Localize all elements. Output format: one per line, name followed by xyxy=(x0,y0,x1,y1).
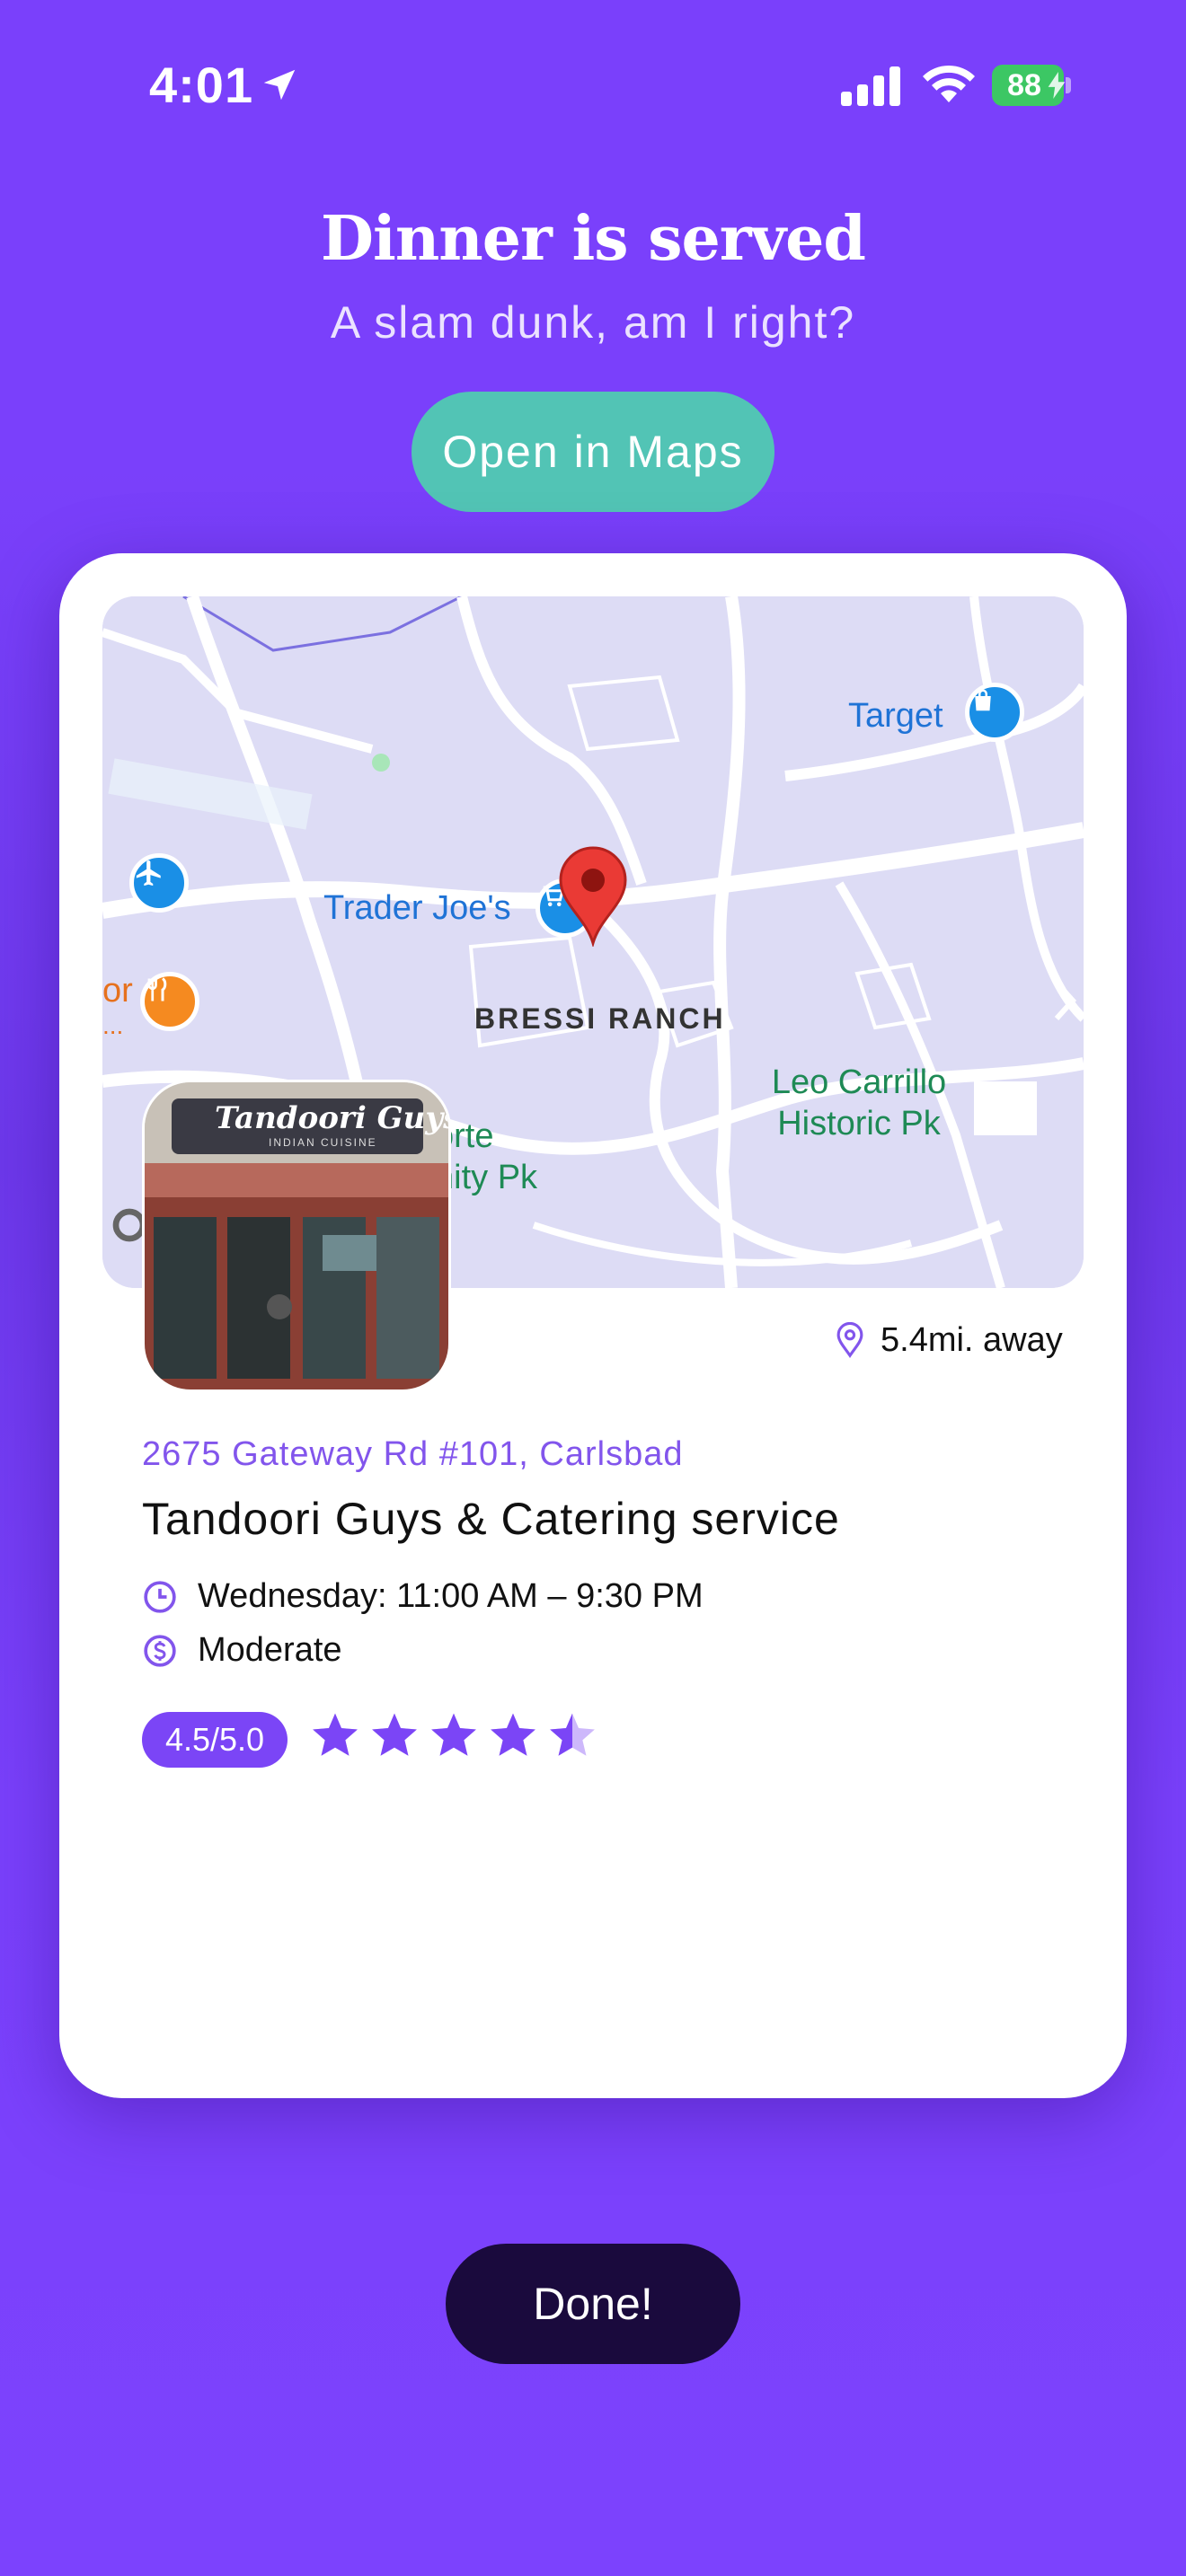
map-label-trader-joes: Trader Joe's xyxy=(323,889,511,927)
wifi-icon xyxy=(923,65,975,102)
airport-icon[interactable] xyxy=(129,853,189,913)
star-rating xyxy=(309,1710,598,1762)
status-time: 4:01 xyxy=(149,57,254,113)
photo-sign-text: Tandoori Guys xyxy=(215,1100,451,1136)
star-icon xyxy=(491,1713,535,1756)
distance-text: 5.4mi. away xyxy=(881,1320,1063,1359)
hours-text: Wednesday: 11:00 AM – 9:30 PM xyxy=(198,1577,704,1615)
distance-info: 5.4mi. away xyxy=(834,1319,1063,1362)
restaurant-photo: Tandoori Guys INDIAN CUISINE xyxy=(142,1080,451,1392)
dollar-icon xyxy=(144,1634,176,1667)
map-label-leo-carrillo: Leo Carrillo Historic Pk xyxy=(771,1063,947,1142)
page-subtitle: A slam dunk, am I right? xyxy=(330,297,856,348)
price-text: Moderate xyxy=(198,1631,342,1669)
restaurant-name: Tandoori Guys & Catering service xyxy=(142,1494,840,1544)
opening-hours: Wednesday: 11:00 AM – 9:30 PM xyxy=(142,1577,704,1616)
star-icon xyxy=(372,1713,417,1756)
restaurant-card: Target Trader Joe's or ... BRESSI RANCH … xyxy=(59,553,1127,2098)
battery-level: 88 xyxy=(1007,68,1041,102)
photo-subsign-text: INDIAN CUISINE xyxy=(269,1136,377,1149)
map-label-target: Target xyxy=(848,697,943,735)
rating-badge: 4.5/5.0 xyxy=(142,1712,288,1768)
location-pin-icon xyxy=(836,1322,863,1358)
map-pin-icon[interactable] xyxy=(557,846,629,947)
map-label-dots: ... xyxy=(102,1011,124,1039)
map-label-bressi-ranch: BRESSI RANCH xyxy=(474,1002,726,1035)
restaurant-icon[interactable] xyxy=(140,972,199,1031)
done-button[interactable]: Done! xyxy=(446,2244,740,2364)
page-title: Dinner is served xyxy=(321,203,866,275)
location-arrow-icon xyxy=(263,69,296,101)
star-icon xyxy=(550,1713,595,1756)
open-in-maps-button[interactable]: Open in Maps xyxy=(412,392,774,512)
price-level: Moderate xyxy=(142,1631,342,1670)
cellular-signal-icon xyxy=(841,66,900,106)
restaurant-address: 2675 Gateway Rd #101, Carlsbad xyxy=(142,1435,684,1473)
battery-indicator: 88 xyxy=(992,65,1073,106)
shopping-bag-icon[interactable] xyxy=(965,683,1024,742)
star-icon xyxy=(313,1713,358,1756)
clock-icon xyxy=(144,1580,176,1613)
star-icon xyxy=(431,1713,476,1756)
charging-bolt-icon xyxy=(1048,72,1066,99)
map-label-or: or xyxy=(102,972,133,1010)
